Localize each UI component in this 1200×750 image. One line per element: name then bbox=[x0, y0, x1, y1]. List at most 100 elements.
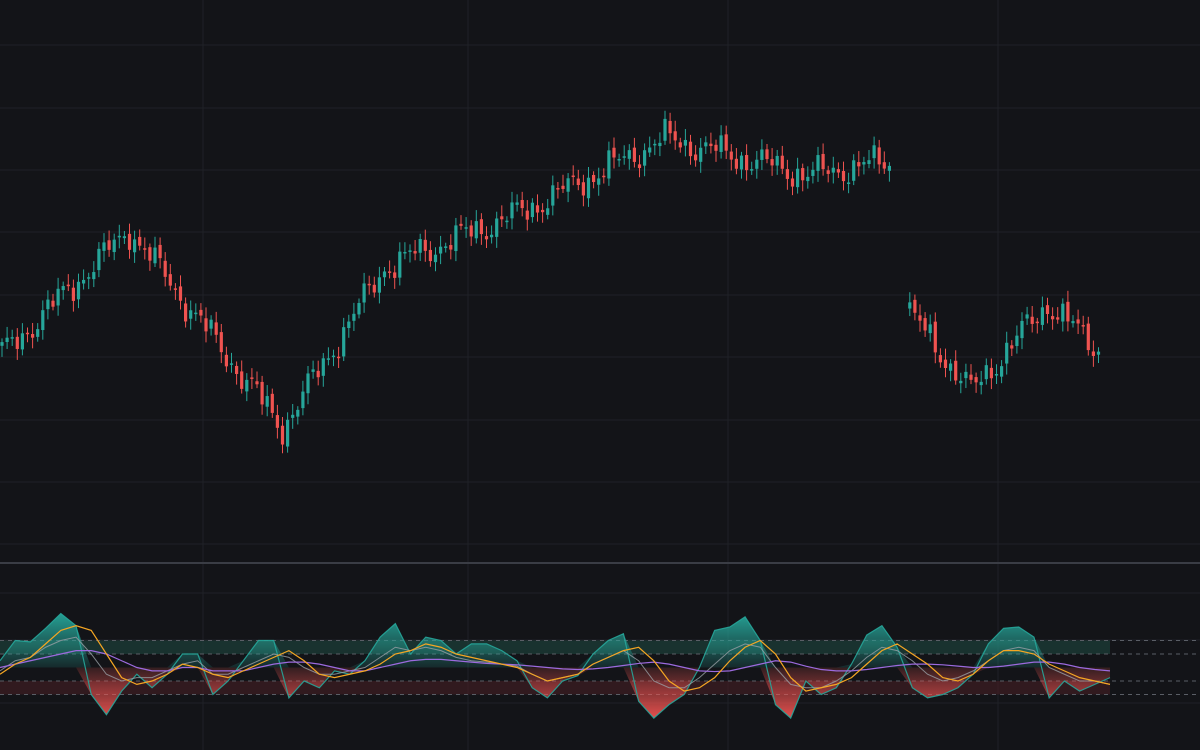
candle-body bbox=[755, 159, 759, 169]
candle-body bbox=[1066, 301, 1070, 322]
candle-body bbox=[566, 178, 570, 192]
candle-body bbox=[831, 167, 835, 173]
candle-body bbox=[862, 162, 866, 165]
candle-body bbox=[525, 210, 529, 220]
candle-body bbox=[418, 238, 422, 253]
candle-body bbox=[25, 332, 30, 335]
candle-body bbox=[112, 239, 116, 253]
candle-body bbox=[362, 283, 366, 303]
candle-body bbox=[836, 169, 840, 173]
candle-body bbox=[280, 425, 285, 445]
candle-body bbox=[637, 164, 642, 169]
candle-body bbox=[576, 178, 580, 186]
candle-body bbox=[704, 142, 708, 147]
candle-body bbox=[770, 159, 774, 166]
candle-body bbox=[551, 185, 555, 206]
candle-body bbox=[423, 239, 427, 251]
candle-body bbox=[775, 155, 779, 166]
candle-body bbox=[790, 178, 795, 187]
candle-body bbox=[41, 310, 45, 331]
candle-body bbox=[653, 143, 657, 146]
candle-body bbox=[245, 379, 249, 392]
candle-body bbox=[347, 321, 351, 329]
candle-body bbox=[311, 369, 315, 372]
candle-body bbox=[780, 155, 784, 169]
candle-body bbox=[648, 147, 652, 153]
candle-body bbox=[403, 251, 407, 254]
chart-canvas bbox=[0, 0, 1200, 750]
candle-body bbox=[602, 175, 606, 178]
candle-body bbox=[275, 415, 279, 428]
candle-body bbox=[530, 202, 534, 218]
candle-body bbox=[994, 374, 999, 376]
candle-body bbox=[224, 354, 228, 367]
candle-body bbox=[117, 235, 121, 238]
candle-body bbox=[469, 225, 473, 237]
candle-body bbox=[515, 202, 519, 205]
candle-body bbox=[464, 227, 468, 229]
candle-body bbox=[658, 142, 662, 147]
candle-body bbox=[556, 188, 560, 190]
candle-body bbox=[1010, 345, 1014, 349]
candle-body bbox=[1061, 303, 1065, 322]
candle-body bbox=[163, 260, 167, 277]
candle-body bbox=[5, 337, 9, 342]
candle-body bbox=[367, 283, 371, 286]
candle-body bbox=[923, 318, 927, 331]
candle-body bbox=[36, 329, 40, 337]
candle-body bbox=[173, 288, 177, 290]
candle-body bbox=[801, 168, 805, 181]
candle-body bbox=[214, 322, 218, 335]
candle-body bbox=[178, 286, 183, 301]
candle-body bbox=[1096, 351, 1101, 355]
candle-body bbox=[643, 150, 647, 166]
candle-body bbox=[31, 334, 35, 338]
candle-body bbox=[811, 169, 815, 176]
candle-body bbox=[806, 176, 810, 182]
candle-body bbox=[668, 120, 672, 134]
candle-body bbox=[571, 175, 575, 178]
candle-body bbox=[393, 272, 397, 278]
candle-body bbox=[1051, 316, 1055, 320]
candle-body bbox=[1000, 366, 1004, 377]
candle-body bbox=[1025, 314, 1029, 319]
candle-body bbox=[607, 150, 611, 179]
candle-body bbox=[877, 147, 881, 165]
candle-body bbox=[296, 409, 300, 417]
candle-body bbox=[627, 150, 631, 159]
candle-body bbox=[102, 242, 106, 251]
candle-body bbox=[882, 162, 886, 169]
candle-body bbox=[632, 147, 636, 162]
candle-body bbox=[714, 144, 718, 151]
candle-body bbox=[250, 377, 254, 379]
candle-body bbox=[326, 358, 330, 360]
candle-body bbox=[76, 281, 81, 300]
candle-body bbox=[887, 165, 891, 171]
candle-body bbox=[699, 147, 703, 162]
candle-body bbox=[316, 370, 320, 378]
candle-body bbox=[913, 299, 917, 313]
candle-body bbox=[260, 381, 264, 405]
candle-body bbox=[908, 302, 912, 309]
candle-body bbox=[398, 251, 402, 278]
candle-body bbox=[122, 236, 126, 239]
candle-body bbox=[46, 299, 50, 310]
candle-body bbox=[301, 391, 305, 409]
candle-body bbox=[949, 363, 953, 371]
candle-body bbox=[357, 303, 361, 315]
candle-body bbox=[286, 419, 290, 447]
candle-body bbox=[688, 141, 693, 157]
candle-body bbox=[229, 363, 234, 365]
candle-body bbox=[943, 359, 948, 369]
candle-body bbox=[306, 373, 310, 394]
candle-body bbox=[592, 174, 596, 183]
candle-body bbox=[408, 250, 412, 252]
candle-body bbox=[673, 131, 677, 141]
candle-body bbox=[484, 236, 489, 240]
candle-body bbox=[612, 147, 616, 158]
candle-body bbox=[872, 145, 876, 159]
candle-body bbox=[979, 381, 983, 386]
candle-body bbox=[219, 332, 223, 353]
candle-body bbox=[459, 223, 463, 226]
candle-body bbox=[678, 142, 682, 148]
